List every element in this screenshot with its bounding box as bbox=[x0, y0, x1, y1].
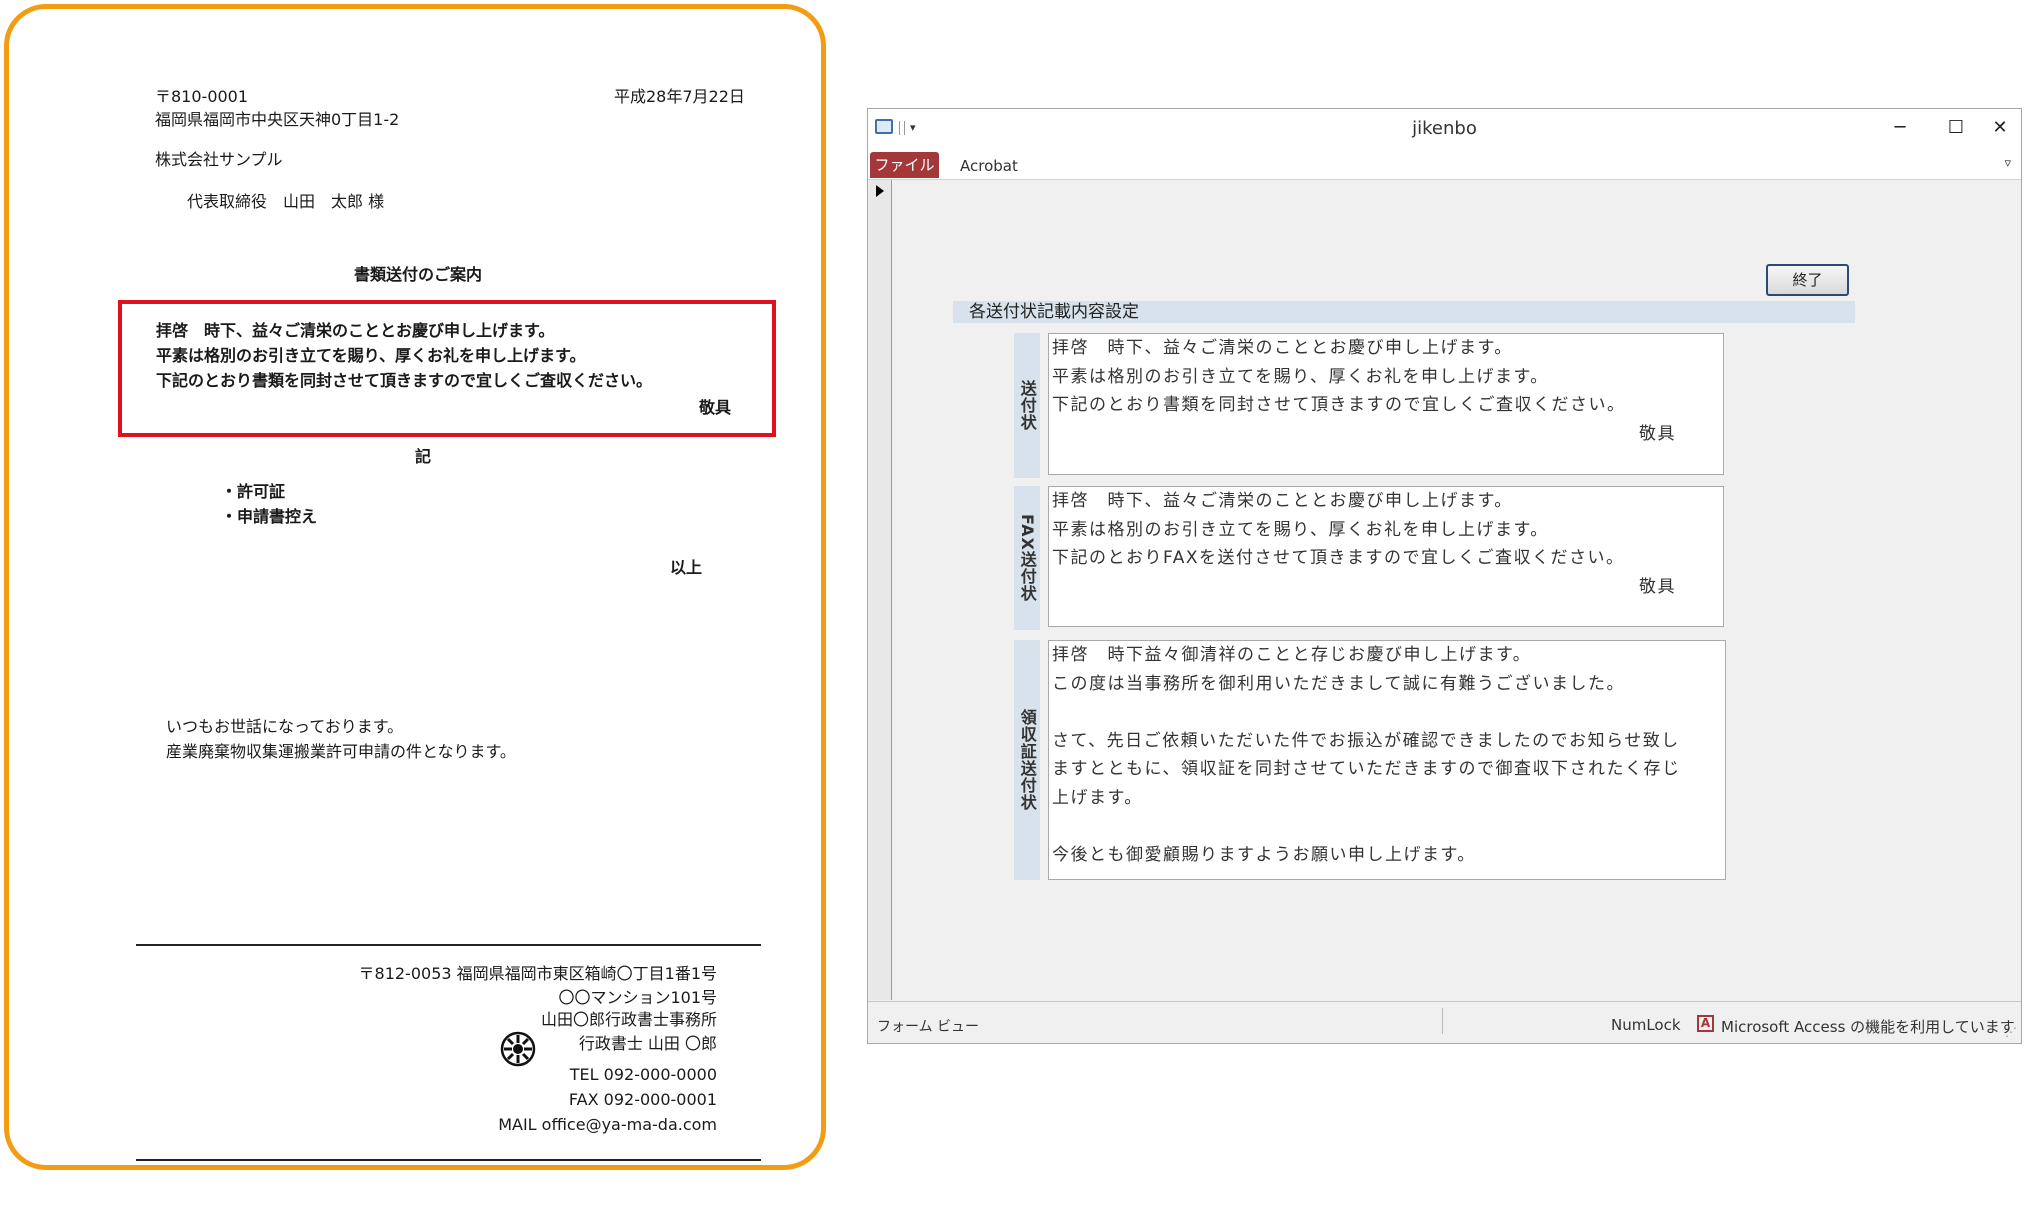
letter-closing: 敬具 bbox=[699, 398, 732, 417]
letter-subject: 書類送付のご案内 bbox=[354, 265, 483, 284]
footer-office-name: 山田〇郎行政書士事務所 bbox=[540, 1010, 717, 1029]
letter-date: 平成28年7月22日 bbox=[614, 87, 745, 106]
footer-address-2: 〇〇マンション101号 bbox=[558, 988, 717, 1007]
office-seal-icon bbox=[500, 1031, 536, 1067]
cover-letter-closing: 敬具 bbox=[1639, 423, 1676, 444]
status-numlock: NumLock bbox=[1611, 1016, 1681, 1034]
body-line-2: 平素は格別のお引き立てを賜り、厚くお礼を申し上げます。 bbox=[156, 346, 586, 365]
cover-letter-text: 拝啓 時下、益々ご清栄のこととお慶び申し上げます。 平素は格別のお引き立てを賜り… bbox=[1052, 338, 1626, 415]
minimize-button[interactable]: ─ bbox=[1877, 113, 1923, 143]
enclosure-item: ・申請書控え bbox=[221, 507, 318, 526]
form-body: 終了 各送付状記載内容設定 送付状 拝啓 時下、益々ご清栄のこととお慶び申し上げ… bbox=[893, 180, 2021, 1000]
ribbon-tabs: ファイル Acrobat ▿ bbox=[868, 149, 2021, 180]
note-line-1: いつもお世話になっております。 bbox=[166, 717, 404, 736]
receipt-cover-text: 拝啓 時下益々御清祥のことと存じお慶び申し上げます。 この度は当事務所を御利用い… bbox=[1052, 645, 1681, 865]
title-bar: ▾ jikenbo ─ ☐ ✕ bbox=[868, 109, 2021, 149]
tab-acrobat[interactable]: Acrobat bbox=[960, 157, 1018, 175]
label-receipt-cover: 領収証送付状 bbox=[1014, 640, 1040, 880]
enclosure-item: ・許可証 bbox=[221, 482, 286, 501]
fax-cover-text: 拝啓 時下、益々ご清栄のこととお慶び申し上げます。 平素は格別のお引き立てを賜り… bbox=[1052, 491, 1625, 568]
status-divider bbox=[1442, 1008, 1443, 1034]
record-selector[interactable] bbox=[869, 180, 892, 1000]
fax-cover-textbox[interactable]: 拝啓 時下、益々ご清栄のこととお慶び申し上げます。 平素は格別のお引き立てを賜り… bbox=[1048, 486, 1724, 627]
close-window-button[interactable]: ✕ bbox=[1977, 113, 2023, 143]
recipient-name: 代表取締役 山田 太郎 様 bbox=[187, 192, 385, 211]
footer-person: 行政書士 山田 〇郎 bbox=[578, 1034, 717, 1053]
ribbon-expand-chevron-icon[interactable]: ▿ bbox=[2004, 156, 2011, 171]
label-fax-cover: FAX送付状 bbox=[1014, 486, 1040, 630]
label-cover-letter: 送付状 bbox=[1014, 333, 1040, 478]
access-app-icon: A bbox=[1697, 1015, 1714, 1032]
ijo-mark: 以上 bbox=[670, 558, 703, 577]
footer-address-1: 〒812-0053 福岡県福岡市東区箱崎〇丁目1番1号 bbox=[358, 964, 717, 983]
fax-cover-closing: 敬具 bbox=[1639, 576, 1676, 597]
letter-document: 〒810-0001 平成28年7月22日 福岡県福岡市中央区天神0丁目1-2 株… bbox=[4, 4, 826, 1170]
resize-grip-icon[interactable]: ⋰ bbox=[2005, 1025, 2017, 1039]
status-view-mode: フォーム ビュー bbox=[877, 1019, 980, 1035]
recipient-company: 株式会社サンプル bbox=[155, 150, 283, 169]
tab-file[interactable]: ファイル bbox=[870, 152, 939, 178]
recipient-address: 福岡県福岡市中央区天神0丁目1-2 bbox=[155, 110, 400, 129]
footer-divider-bottom bbox=[136, 1159, 761, 1161]
footer-divider-top bbox=[136, 944, 761, 946]
current-record-arrow-icon bbox=[876, 185, 884, 197]
access-window: ▾ jikenbo ─ ☐ ✕ ファイル Acrobat ▿ 終了 各送付状記載… bbox=[867, 108, 2022, 1044]
exit-button[interactable]: 終了 bbox=[1766, 264, 1849, 296]
window-title: jikenbo bbox=[1412, 118, 1477, 139]
body-line-3: 下記のとおり書類を同封させて頂きますので宜しくご査収ください。 bbox=[156, 371, 653, 390]
postal-code: 〒810-0001 bbox=[155, 87, 249, 106]
receipt-cover-textbox[interactable]: 拝啓 時下益々御清祥のことと存じお慶び申し上げます。 この度は当事務所を御利用い… bbox=[1048, 640, 1726, 880]
footer-fax: FAX 092-000-0001 bbox=[568, 1090, 717, 1109]
note-line-2: 産業廃棄物収集運搬業許可申請の件となります。 bbox=[166, 742, 516, 761]
footer-mail: MAIL office@ya-ma-da.com bbox=[498, 1115, 717, 1134]
status-message: Microsoft Access の機能を利用しています bbox=[1721, 1018, 2015, 1036]
footer-tel: TEL 092-000-0000 bbox=[569, 1065, 717, 1084]
maximize-button[interactable]: ☐ bbox=[1933, 113, 1979, 143]
ki-heading: 記 bbox=[415, 447, 432, 466]
body-line-1: 拝啓 時下、益々ご清栄のこととお慶び申し上げます。 bbox=[156, 321, 555, 340]
cover-letter-textbox[interactable]: 拝啓 時下、益々ご清栄のこととお慶び申し上げます。 平素は格別のお引き立てを賜り… bbox=[1048, 333, 1724, 475]
section-title: 各送付状記載内容設定 bbox=[953, 301, 1855, 323]
status-bar: フォーム ビュー NumLock A Microsoft Access の機能を… bbox=[868, 1001, 2021, 1043]
